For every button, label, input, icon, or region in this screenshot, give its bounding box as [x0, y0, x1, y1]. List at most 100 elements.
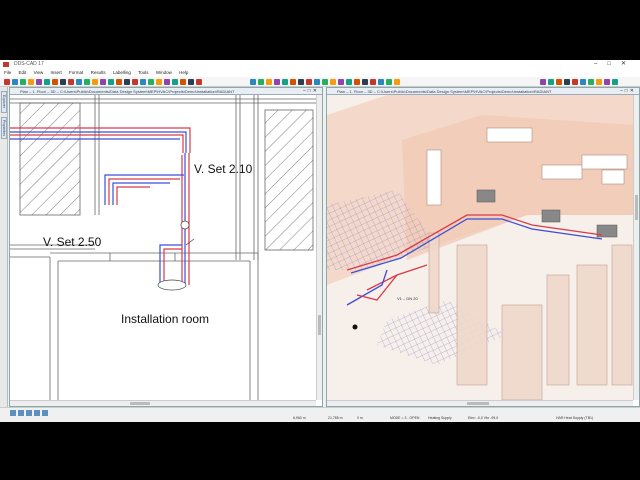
ruler-toggle-button[interactable]	[42, 410, 48, 416]
menu-edit[interactable]: Edit	[19, 70, 27, 75]
toolbar-button[interactable]	[196, 79, 202, 85]
ortho-toggle-button[interactable]	[18, 410, 24, 416]
toolbar-button[interactable]	[12, 79, 18, 85]
plan-canvas[interactable]: V. Set 2.10 V. Set 2.50 Installation roo…	[10, 95, 316, 400]
toolbar-button[interactable]	[572, 79, 578, 85]
plan-horizontal-scrollbar[interactable]	[10, 400, 316, 406]
toolbar-button[interactable]	[346, 79, 352, 85]
toolbar-button[interactable]	[298, 79, 304, 85]
toolbar-button[interactable]	[132, 79, 138, 85]
3d-view-header: Plan – 1. Floor – 3D – C:\Users\Public\D…	[327, 88, 639, 95]
toolbar-button[interactable]	[52, 79, 58, 85]
toolbar-button[interactable]	[580, 79, 586, 85]
toolbar-button[interactable]	[164, 79, 170, 85]
main-toolbar	[0, 77, 640, 87]
toolbar-button[interactable]	[378, 79, 384, 85]
toolbar-button[interactable]	[362, 79, 368, 85]
toolbar-button[interactable]	[108, 79, 114, 85]
toolbar-button[interactable]	[68, 79, 74, 85]
toolbar-button[interactable]	[314, 79, 320, 85]
menu-view[interactable]: View	[34, 70, 44, 75]
toolbar-button[interactable]	[180, 79, 186, 85]
toolbar-button[interactable]	[604, 79, 610, 85]
plan-vertical-scrollbar[interactable]	[316, 95, 322, 400]
toolbar-button[interactable]	[548, 79, 554, 85]
toolbar-button[interactable]	[612, 79, 618, 85]
toolbar-button[interactable]	[44, 79, 50, 85]
toolbar-button[interactable]	[266, 79, 272, 85]
status-system: Heating Supply	[428, 416, 452, 420]
menu-insert[interactable]: Insert	[51, 70, 62, 75]
pump-symbol	[180, 220, 190, 230]
toolbar-button[interactable]	[274, 79, 280, 85]
status-bar: 6,960 m 21,785 m 0 m MODE = 3 - OPEN Hea…	[0, 407, 640, 422]
3d-canvas[interactable]: V1 – DN 20	[327, 95, 633, 400]
menu-window[interactable]: Window	[156, 70, 172, 75]
toolbar-button[interactable]	[92, 79, 98, 85]
toolbar-button[interactable]	[290, 79, 296, 85]
status-layer: HAR Heat Supply (TB1)	[556, 416, 594, 420]
toolbar-button[interactable]	[338, 79, 344, 85]
plan-view-title: Plan – 1. Floor – 3D – C:\Users\Public\D…	[20, 89, 235, 94]
window-controls[interactable]: –□✕	[594, 60, 636, 69]
toolbar-button[interactable]	[330, 79, 336, 85]
3d-view-controls[interactable]: –□✕	[620, 88, 636, 94]
status-x: 6,960 m	[293, 416, 306, 420]
toolbar-button[interactable]	[188, 79, 194, 85]
explorer-tab[interactable]: Explorer	[1, 91, 7, 113]
toolbar-button[interactable]	[156, 79, 162, 85]
toolbar-button[interactable]	[76, 79, 82, 85]
title-bar: DDS-CAD 17 –□✕	[0, 60, 640, 69]
layer-toggle-button[interactable]	[34, 410, 40, 416]
toolbar-button[interactable]	[116, 79, 122, 85]
snap-toggle-button[interactable]	[10, 410, 16, 416]
menu-bar: File Edit View Insert Format Results Lab…	[0, 69, 640, 77]
toolbar-button[interactable]	[60, 79, 66, 85]
toolbar-button[interactable]	[540, 79, 546, 85]
toolbar-button[interactable]	[148, 79, 154, 85]
plan-view-header: Plan – 1. Floor – 3D – C:\Users\Public\D…	[10, 88, 322, 95]
toolbar-button[interactable]	[564, 79, 570, 85]
menu-help[interactable]: Help	[179, 70, 188, 75]
toolbar-button[interactable]	[306, 79, 312, 85]
menu-file[interactable]: File	[4, 70, 11, 75]
menu-labelling[interactable]: Labelling	[113, 70, 131, 75]
app-title: DDS-CAD 17	[14, 61, 44, 67]
toolbar-button[interactable]	[322, 79, 328, 85]
menu-format[interactable]: Format	[69, 70, 83, 75]
status-y: 21,785 m	[328, 416, 343, 420]
toolbar-button[interactable]	[588, 79, 594, 85]
toolbar-button[interactable]	[172, 79, 178, 85]
toolbar-button[interactable]	[84, 79, 90, 85]
pipe-tag-text: V1 – DN 20	[397, 296, 418, 301]
manifold-symbol	[157, 279, 187, 291]
toolbar-button[interactable]	[258, 79, 264, 85]
3d-view-pane: Plan – 1. Floor – 3D – C:\Users\Public\D…	[326, 87, 640, 407]
plan-view-controls[interactable]: –□✕	[303, 88, 319, 94]
toolbar-button[interactable]	[4, 79, 10, 85]
toolbar-button[interactable]	[20, 79, 26, 85]
grid-toggle-button[interactable]	[26, 410, 32, 416]
toolbar-button[interactable]	[36, 79, 42, 85]
toolbar-button[interactable]	[250, 79, 256, 85]
toolbar-button[interactable]	[370, 79, 376, 85]
toolbar-button[interactable]	[596, 79, 602, 85]
toolbar-button[interactable]	[124, 79, 130, 85]
toolbar-button[interactable]	[354, 79, 360, 85]
toolbar-button[interactable]	[386, 79, 392, 85]
properties-tab[interactable]: Properties	[1, 117, 7, 139]
3d-view-title: Plan – 1. Floor – 3D – C:\Users\Public\D…	[337, 89, 552, 94]
menu-tools[interactable]: Tools	[138, 70, 149, 75]
toolbar-button[interactable]	[140, 79, 146, 85]
toolbar-button[interactable]	[100, 79, 106, 85]
menu-results[interactable]: Results	[91, 70, 106, 75]
vset-2-50-label: V. Set 2.50	[43, 235, 102, 249]
toolbar-button[interactable]	[556, 79, 562, 85]
toolbar-button[interactable]	[28, 79, 34, 85]
pump-3d-icon	[352, 324, 358, 330]
3d-vertical-scrollbar[interactable]	[633, 95, 639, 400]
status-mode: MODE = 3 - OPEN	[390, 416, 420, 420]
3d-horizontal-scrollbar[interactable]	[327, 400, 633, 406]
toolbar-button[interactable]	[282, 79, 288, 85]
toolbar-button[interactable]	[394, 79, 400, 85]
